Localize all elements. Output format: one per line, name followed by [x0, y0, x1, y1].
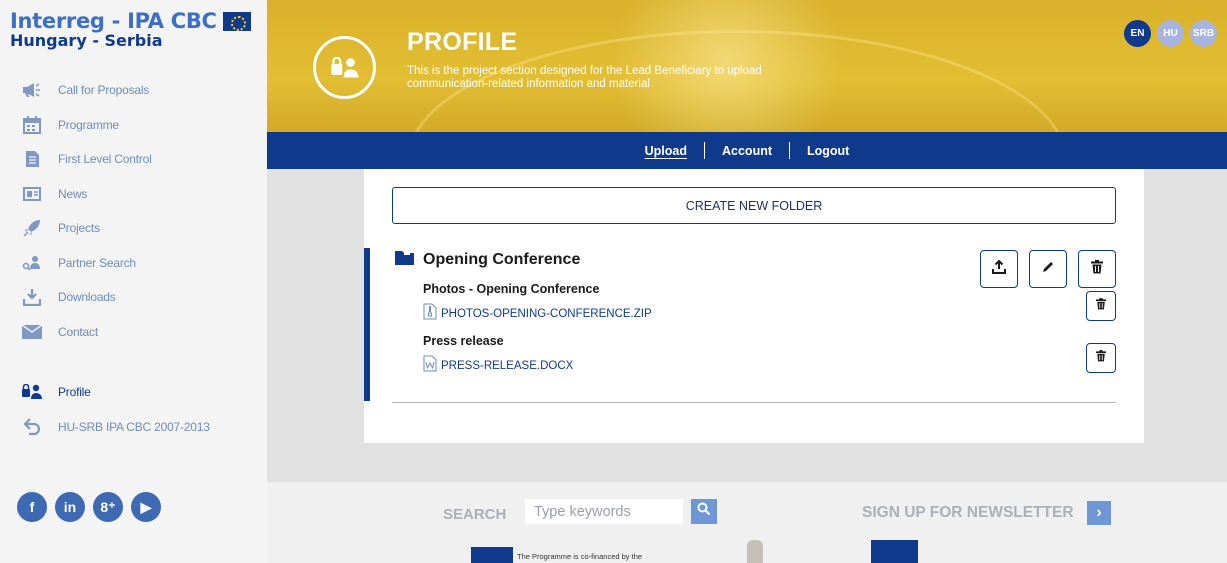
- sidebar-item-label: News: [58, 186, 88, 201]
- sidebar-item-first-level-control[interactable]: First Level Control: [21, 142, 152, 177]
- search-label: SEARCH: [443, 506, 507, 523]
- hungary-crest-icon: [747, 540, 763, 563]
- chevron-right-icon: ›: [1096, 504, 1102, 521]
- file-name: PRESS-RELEASE.DOCX: [441, 360, 574, 372]
- folder-header: Opening Conference: [395, 250, 580, 270]
- logo-subtitle: Hungary - Serbia: [10, 31, 163, 50]
- sidebar-item-partner-search[interactable]: Partner Search: [21, 246, 152, 281]
- trash-icon: [1096, 349, 1106, 367]
- language-en[interactable]: EN: [1124, 20, 1151, 47]
- delete-file-button[interactable]: [1086, 343, 1116, 373]
- profile-icon: [21, 381, 43, 403]
- sidebar-item-downloads[interactable]: Downloads: [21, 280, 152, 315]
- trash-icon: [1091, 259, 1103, 279]
- profile-tabs: Upload Account Logout: [267, 132, 1227, 169]
- search-icon: [697, 502, 711, 521]
- sidebar-nav: Call for Proposals Programme First Level…: [21, 73, 152, 349]
- newsletter-button[interactable]: ›: [1087, 501, 1111, 525]
- tab-logout[interactable]: Logout: [790, 144, 866, 158]
- upload-icon: [992, 259, 1006, 279]
- upload-panel: CREATE NEW FOLDER Opening Conference Pho…: [364, 169, 1144, 443]
- interreg-logo[interactable]: Interreg - IPA CBC Hungary - Serbia: [10, 10, 251, 50]
- sidebar-item-label: First Level Control: [58, 152, 152, 167]
- file-link[interactable]: PRESS-RELEASE.DOCX: [423, 355, 573, 377]
- sidebar-item-label: Downloads: [58, 290, 116, 305]
- page-title: PROFILE: [407, 28, 518, 56]
- folder-divider: [392, 402, 1116, 403]
- sidebar-item-label: Contact: [58, 324, 98, 339]
- sidebar-item-label: Projects: [58, 221, 100, 236]
- sidebar-item-news[interactable]: News: [21, 177, 152, 212]
- file-item-title: Press release: [423, 334, 504, 348]
- calendar-icon: [21, 114, 43, 136]
- sidebar-item-label: Call for Proposals: [58, 83, 150, 98]
- eu-cofinance-text: The Programme is co-financed by the: [517, 552, 643, 561]
- folder-title: Opening Conference: [423, 251, 581, 268]
- search-input[interactable]: [525, 499, 683, 524]
- partner-search-icon: [21, 252, 43, 274]
- eu-logo: [471, 547, 513, 563]
- google-plus-icon[interactable]: 8⁺: [93, 492, 123, 522]
- megaphone-icon: [21, 79, 43, 101]
- serbia-eu-logo: [871, 540, 918, 563]
- zip-file-icon: [423, 303, 437, 325]
- edit-folder-button[interactable]: [1029, 250, 1067, 288]
- trash-icon: [1096, 297, 1106, 315]
- newspaper-icon: [21, 183, 43, 205]
- folder-icon: [395, 250, 414, 270]
- language-hu[interactable]: HU: [1157, 20, 1184, 47]
- sidebar-item-label: Partner Search: [58, 255, 136, 270]
- envelope-icon: [21, 321, 43, 343]
- linkedin-icon[interactable]: in: [55, 492, 85, 522]
- word-file-icon: [423, 355, 437, 377]
- sidebar-item-call-for-proposals[interactable]: Call for Proposals: [21, 73, 152, 108]
- sidebar-item-label: Programme: [58, 117, 119, 132]
- create-folder-button[interactable]: CREATE NEW FOLDER: [392, 187, 1116, 224]
- delete-file-button[interactable]: [1086, 291, 1116, 321]
- sidebar: Interreg - IPA CBC Hungary - Serbia Call…: [0, 0, 267, 563]
- logo-title: Interreg - IPA CBC: [10, 9, 217, 33]
- pencil-icon: [1041, 260, 1055, 279]
- folder-accent-bar: [364, 248, 370, 401]
- profile-circle-icon: [313, 36, 376, 99]
- tab-account[interactable]: Account: [705, 144, 789, 158]
- language-switcher: EN HU SRB: [1124, 20, 1217, 47]
- language-srb[interactable]: SRB: [1190, 20, 1217, 47]
- page-subtitle: This is the project section designed for…: [407, 65, 762, 90]
- sidebar-item-programme[interactable]: Programme: [21, 108, 152, 143]
- sidebar-secondary-nav: Profile HU-SRB IPA CBC 2007-2013: [21, 375, 210, 444]
- footer: SEARCH SIGN UP FOR NEWSLETTER › The Prog…: [267, 482, 1227, 563]
- sidebar-item-contact[interactable]: Contact: [21, 315, 152, 350]
- sidebar-item-projects[interactable]: Projects: [21, 211, 152, 246]
- sidebar-item-hu-srb-2007-2013[interactable]: HU-SRB IPA CBC 2007-2013: [21, 410, 210, 445]
- search-button[interactable]: [691, 499, 717, 524]
- facebook-icon[interactable]: f: [17, 492, 47, 522]
- sidebar-item-label: Profile: [58, 385, 91, 400]
- folder-opening-conference: Opening Conference Photos - Opening Conf…: [364, 248, 1116, 402]
- back-arrow-icon: [21, 416, 43, 438]
- sidebar-item-profile[interactable]: Profile: [21, 375, 210, 410]
- rocket-icon: [21, 217, 43, 239]
- file-name: PHOTOS-OPENING-CONFERENCE.ZIP: [441, 308, 652, 320]
- document-icon: [21, 148, 43, 170]
- file-link[interactable]: PHOTOS-OPENING-CONFERENCE.ZIP: [423, 303, 652, 325]
- download-icon: [21, 286, 43, 308]
- youtube-icon[interactable]: ▶: [131, 492, 161, 522]
- sidebar-item-label: HU-SRB IPA CBC 2007-2013: [58, 419, 210, 434]
- newsletter-label[interactable]: SIGN UP FOR NEWSLETTER: [862, 504, 1074, 522]
- delete-folder-button[interactable]: [1078, 250, 1116, 288]
- eu-flag-icon: [222, 11, 251, 31]
- file-item-title: Photos - Opening Conference: [423, 282, 600, 296]
- upload-file-button[interactable]: [980, 250, 1018, 288]
- hero-banner: PROFILE This is the project section desi…: [267, 0, 1227, 132]
- social-links: f in 8⁺ ▶: [17, 492, 161, 522]
- tab-upload[interactable]: Upload: [628, 144, 704, 158]
